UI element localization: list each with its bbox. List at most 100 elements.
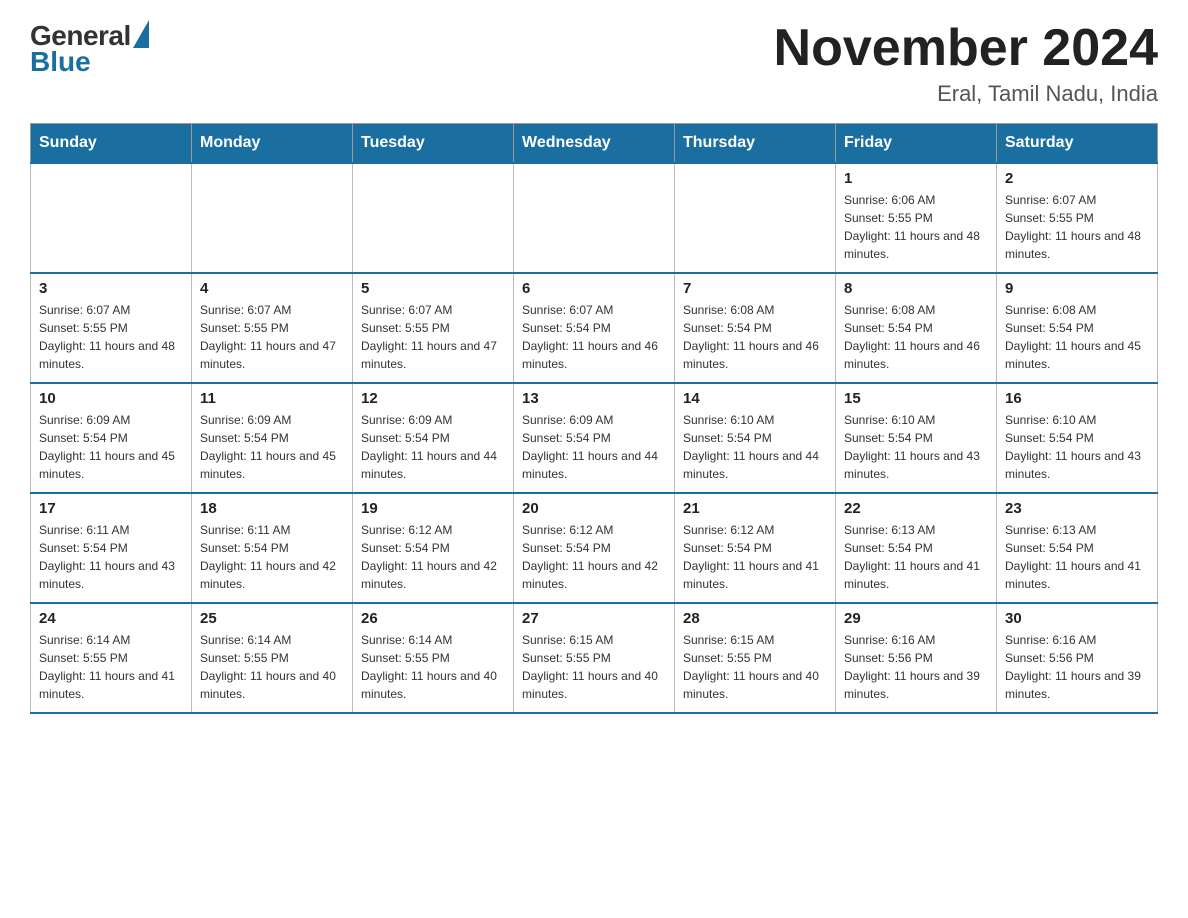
day-info: Sunrise: 6:15 AMSunset: 5:55 PMDaylight:… — [683, 631, 827, 703]
day-info: Sunrise: 6:09 AMSunset: 5:54 PMDaylight:… — [361, 411, 505, 483]
calendar-week-row: 10 Sunrise: 6:09 AMSunset: 5:54 PMDayligh… — [31, 383, 1158, 493]
calendar-day-cell: 16Sunrise: 6:10 AMSunset: 5:54 PMDayligh… — [997, 383, 1158, 493]
calendar-day-cell — [31, 163, 192, 273]
calendar-day-cell: 15 Sunrise: 6:10 AMSunset: 5:54 PMDayligh… — [836, 383, 997, 493]
calendar-location: Eral, Tamil Nadu, India — [774, 81, 1158, 107]
day-info: Sunrise: 6:07 AMSunset: 5:55 PMDaylight:… — [361, 301, 505, 373]
day-info: Sunrise: 6:07 AMSunset: 5:55 PMDaylight:… — [1005, 191, 1149, 263]
day-number: 11 — [200, 390, 344, 407]
calendar-week-row: 17 Sunrise: 6:11 AMSunset: 5:54 PMDayligh… — [31, 493, 1158, 603]
day-number: 28 — [683, 610, 827, 627]
calendar-day-cell: 13 Sunrise: 6:09 AMSunset: 5:54 PMDayligh… — [514, 383, 675, 493]
day-number: 7 — [683, 280, 827, 297]
day-number: 8 — [844, 280, 988, 297]
calendar-day-cell: 11 Sunrise: 6:09 AMSunset: 5:54 PMDayligh… — [192, 383, 353, 493]
header: General Blue November 2024 Eral, Tamil N… — [30, 20, 1158, 107]
calendar-day-cell: 8Sunrise: 6:08 AMSunset: 5:54 PMDaylight… — [836, 273, 997, 383]
calendar-day-cell: 14 Sunrise: 6:10 AMSunset: 5:54 PMDayligh… — [675, 383, 836, 493]
day-number: 16 — [1005, 390, 1149, 407]
day-info: Sunrise: 6:08 AMSunset: 5:54 PMDaylight:… — [1005, 301, 1149, 373]
calendar-day-cell: 19 Sunrise: 6:12 AMSunset: 5:54 PMDayligh… — [353, 493, 514, 603]
day-number: 1 — [844, 170, 988, 187]
day-number: 9 — [1005, 280, 1149, 297]
calendar-week-row: 1Sunrise: 6:06 AMSunset: 5:55 PMDaylight… — [31, 163, 1158, 273]
col-saturday: Saturday — [997, 124, 1158, 164]
calendar-table: Sunday Monday Tuesday Wednesday Thursday… — [30, 123, 1158, 714]
day-number: 24 — [39, 610, 183, 627]
day-info: Sunrise: 6:15 AMSunset: 5:55 PMDaylight:… — [522, 631, 666, 703]
calendar-day-cell: 4 Sunrise: 6:07 AMSunset: 5:55 PMDaylight… — [192, 273, 353, 383]
calendar-header-row: Sunday Monday Tuesday Wednesday Thursday… — [31, 124, 1158, 164]
col-tuesday: Tuesday — [353, 124, 514, 164]
day-number: 30 — [1005, 610, 1149, 627]
day-info: Sunrise: 6:10 AMSunset: 5:54 PMDaylight:… — [844, 411, 988, 483]
calendar-day-cell: 24 Sunrise: 6:14 AMSunset: 5:55 PMDayligh… — [31, 603, 192, 713]
calendar-day-cell: 9 Sunrise: 6:08 AMSunset: 5:54 PMDaylight… — [997, 273, 1158, 383]
day-number: 21 — [683, 500, 827, 517]
day-info: Sunrise: 6:09 AMSunset: 5:54 PMDaylight:… — [39, 411, 183, 483]
day-info: Sunrise: 6:13 AMSunset: 5:54 PMDaylight:… — [1005, 521, 1149, 593]
calendar-day-cell: 5 Sunrise: 6:07 AMSunset: 5:55 PMDaylight… — [353, 273, 514, 383]
calendar-day-cell: 17 Sunrise: 6:11 AMSunset: 5:54 PMDayligh… — [31, 493, 192, 603]
day-info: Sunrise: 6:13 AMSunset: 5:54 PMDaylight:… — [844, 521, 988, 593]
day-number: 22 — [844, 500, 988, 517]
calendar-day-cell: 1Sunrise: 6:06 AMSunset: 5:55 PMDaylight… — [836, 163, 997, 273]
day-info: Sunrise: 6:08 AMSunset: 5:54 PMDaylight:… — [683, 301, 827, 373]
day-number: 10 — [39, 390, 183, 407]
calendar-week-row: 24 Sunrise: 6:14 AMSunset: 5:55 PMDayligh… — [31, 603, 1158, 713]
day-number: 3 — [39, 280, 183, 297]
day-number: 12 — [361, 390, 505, 407]
calendar-day-cell: 25Sunrise: 6:14 AMSunset: 5:55 PMDayligh… — [192, 603, 353, 713]
calendar-day-cell: 23 Sunrise: 6:13 AMSunset: 5:54 PMDayligh… — [997, 493, 1158, 603]
day-info: Sunrise: 6:12 AMSunset: 5:54 PMDaylight:… — [361, 521, 505, 593]
day-info: Sunrise: 6:16 AMSunset: 5:56 PMDaylight:… — [844, 631, 988, 703]
calendar-day-cell: 7 Sunrise: 6:08 AMSunset: 5:54 PMDaylight… — [675, 273, 836, 383]
calendar-day-cell: 12 Sunrise: 6:09 AMSunset: 5:54 PMDayligh… — [353, 383, 514, 493]
day-number: 13 — [522, 390, 666, 407]
day-info: Sunrise: 6:11 AMSunset: 5:54 PMDaylight:… — [200, 521, 344, 593]
day-info: Sunrise: 6:16 AMSunset: 5:56 PMDaylight:… — [1005, 631, 1149, 703]
day-number: 19 — [361, 500, 505, 517]
day-number: 5 — [361, 280, 505, 297]
day-number: 29 — [844, 610, 988, 627]
day-number: 4 — [200, 280, 344, 297]
calendar-day-cell: 6 Sunrise: 6:07 AMSunset: 5:54 PMDaylight… — [514, 273, 675, 383]
calendar-day-cell: 30 Sunrise: 6:16 AMSunset: 5:56 PMDayligh… — [997, 603, 1158, 713]
day-number: 6 — [522, 280, 666, 297]
calendar-title: November 2024 — [774, 20, 1158, 77]
day-info: Sunrise: 6:11 AMSunset: 5:54 PMDaylight:… — [39, 521, 183, 593]
day-info: Sunrise: 6:09 AMSunset: 5:54 PMDaylight:… — [200, 411, 344, 483]
day-info: Sunrise: 6:14 AMSunset: 5:55 PMDaylight:… — [361, 631, 505, 703]
day-info: Sunrise: 6:07 AMSunset: 5:54 PMDaylight:… — [522, 301, 666, 373]
day-info: Sunrise: 6:09 AMSunset: 5:54 PMDaylight:… — [522, 411, 666, 483]
col-thursday: Thursday — [675, 124, 836, 164]
calendar-day-cell — [192, 163, 353, 273]
calendar-day-cell: 20Sunrise: 6:12 AMSunset: 5:54 PMDayligh… — [514, 493, 675, 603]
day-number: 23 — [1005, 500, 1149, 517]
day-info: Sunrise: 6:14 AMSunset: 5:55 PMDaylight:… — [39, 631, 183, 703]
calendar-day-cell: 3Sunrise: 6:07 AMSunset: 5:55 PMDaylight… — [31, 273, 192, 383]
calendar-day-cell: 28 Sunrise: 6:15 AMSunset: 5:55 PMDayligh… — [675, 603, 836, 713]
calendar-day-cell: 2Sunrise: 6:07 AMSunset: 5:55 PMDaylight… — [997, 163, 1158, 273]
calendar-day-cell: 10 Sunrise: 6:09 AMSunset: 5:54 PMDayligh… — [31, 383, 192, 493]
day-number: 17 — [39, 500, 183, 517]
logo-triangle-icon — [133, 20, 149, 48]
logo-blue-text: Blue — [30, 46, 91, 78]
day-info: Sunrise: 6:12 AMSunset: 5:54 PMDaylight:… — [683, 521, 827, 593]
day-number: 15 — [844, 390, 988, 407]
day-number: 26 — [361, 610, 505, 627]
calendar-day-cell: 21 Sunrise: 6:12 AMSunset: 5:54 PMDayligh… — [675, 493, 836, 603]
day-number: 27 — [522, 610, 666, 627]
day-info: Sunrise: 6:14 AMSunset: 5:55 PMDaylight:… — [200, 631, 344, 703]
day-info: Sunrise: 6:07 AMSunset: 5:55 PMDaylight:… — [200, 301, 344, 373]
calendar-day-cell — [514, 163, 675, 273]
title-area: November 2024 Eral, Tamil Nadu, India — [774, 20, 1158, 107]
calendar-day-cell: 18Sunrise: 6:11 AMSunset: 5:54 PMDayligh… — [192, 493, 353, 603]
col-friday: Friday — [836, 124, 997, 164]
calendar-week-row: 3 Sunrise: 6:07 AMSunset: 5:55 PMDaylight… — [31, 273, 1158, 383]
col-sunday: Sunday — [31, 124, 192, 164]
calendar-day-cell — [353, 163, 514, 273]
day-info: Sunrise: 6:10 AMSunset: 5:54 PMDaylight:… — [683, 411, 827, 483]
day-number: 14 — [683, 390, 827, 407]
calendar-day-cell — [675, 163, 836, 273]
